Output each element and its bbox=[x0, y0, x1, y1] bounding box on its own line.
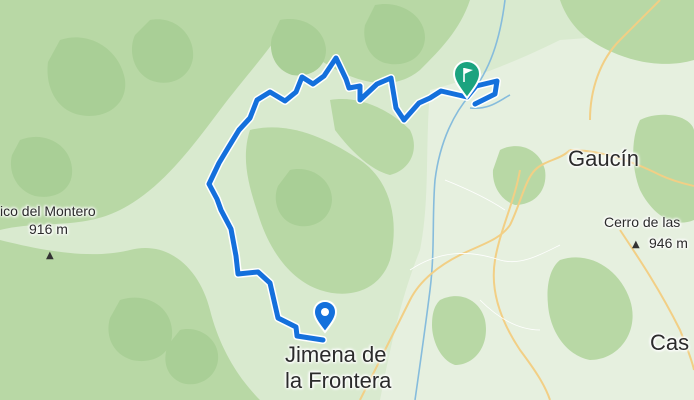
place-label-jimena-line2: la Frontera bbox=[285, 368, 392, 393]
place-label-casares: Cas bbox=[650, 330, 690, 355]
peak-elevation-montero: 916 m bbox=[29, 221, 68, 237]
peak-triangle-icon: ▲ bbox=[46, 250, 54, 261]
place-label-jimena-line1: Jimena de bbox=[285, 342, 387, 367]
place-label-jimena: Jimena de la Frontera bbox=[285, 342, 391, 394]
map-canvas bbox=[0, 0, 694, 400]
peak-label-montero: ico del Montero bbox=[0, 203, 96, 219]
map-view[interactable]: Jimena de la Frontera Gaucín Cas ico del… bbox=[0, 0, 694, 400]
peak-elevation-cerro: 946 m bbox=[649, 235, 688, 251]
peak-label-cerro: Cerro de las bbox=[604, 214, 681, 230]
peak-triangle-icon: ▲ bbox=[632, 239, 640, 250]
place-label-gaucin: Gaucín bbox=[568, 146, 639, 171]
